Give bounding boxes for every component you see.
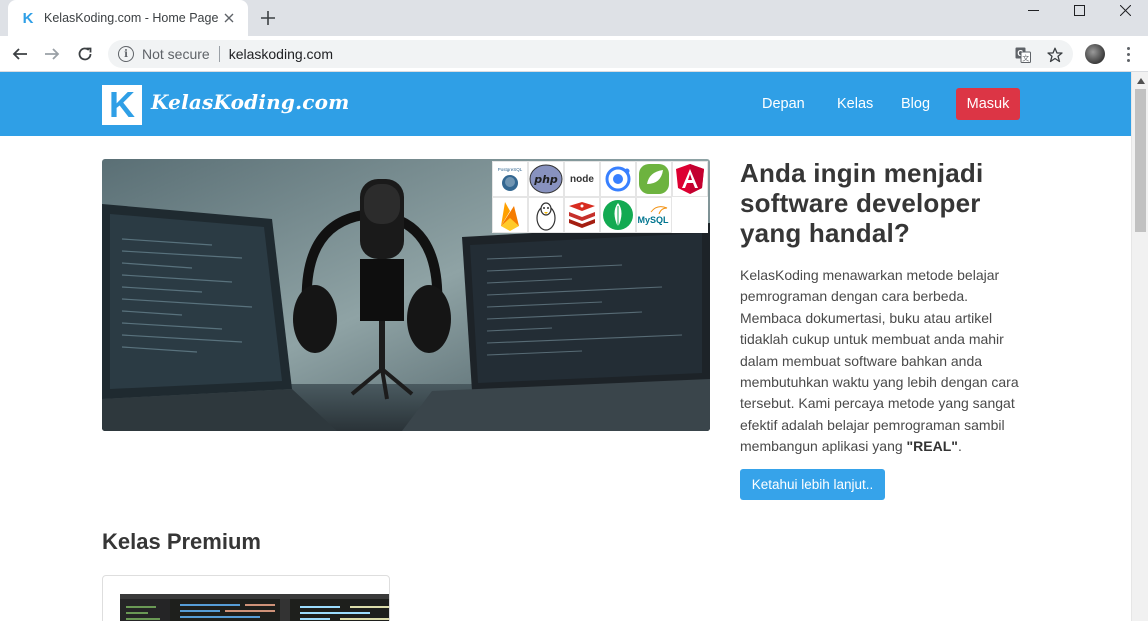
page-scrollbar[interactable] [1131,72,1148,621]
svg-text:文: 文 [1022,54,1029,63]
kelaskoding-favicon-icon: K [20,9,36,27]
hero-description: KelasKoding menawarkan metode belajar pe… [740,265,1030,458]
security-label: Not secure [142,46,210,62]
premium-class-card[interactable] [102,575,390,621]
php-icon: php [528,161,564,197]
site-navbar: K KelasKoding.com Depan Kelas Blog Masuk [0,72,1131,136]
node-label: node [570,174,594,185]
browser-tab[interactable]: K KelasKoding.com - Home Page [8,0,248,36]
nav-link-depan[interactable]: Depan [762,96,805,112]
tab-strip: K KelasKoding.com - Home Page [0,0,1148,36]
empty-logo-cell [672,197,708,233]
info-icon[interactable]: i [118,46,134,62]
browser-toolbar: i Not secure kelaskoding.com G文 [0,36,1148,72]
page-viewport: K KelasKoding.com Depan Kelas Blog Masuk [0,72,1131,621]
maximize-icon[interactable] [1056,0,1102,20]
scroll-up-icon[interactable] [1132,72,1148,89]
minimize-icon[interactable] [1010,0,1056,20]
linux-tux-icon [528,197,564,233]
url-text[interactable]: kelaskoding.com [229,46,333,62]
nav-link-kelas[interactable]: Kelas [837,96,873,112]
nodejs-icon: node [564,161,600,197]
spring-icon [636,161,672,197]
menu-icon[interactable] [1118,44,1138,64]
postgresql-label: PostgreSQL [498,167,523,172]
brand-logo-icon[interactable]: K [102,85,142,125]
login-button[interactable]: Masuk [956,88,1020,120]
scrollbar-thumb[interactable] [1135,89,1146,232]
php-label: php [533,173,558,186]
hero-image: PostgreSQL php node MySQL [102,159,710,431]
brand-logo-letter: K [109,84,135,125]
tab-title: KelasKoding.com - Home Page [44,11,219,25]
star-icon[interactable] [1046,46,1064,64]
mongodb-icon [600,197,636,233]
premium-heading: Kelas Premium [102,529,261,554]
premium-class-thumbnail [120,594,389,621]
redis-icon [564,197,600,233]
nav-link-blog[interactable]: Blog [901,96,930,112]
close-icon[interactable] [220,9,238,27]
ionic-icon [600,161,636,197]
favicon-letter: K [22,9,34,27]
mysql-label: MySQL [637,215,669,225]
tech-logos-grid: PostgreSQL php node MySQL [492,161,708,233]
reload-icon[interactable] [71,40,99,68]
back-icon[interactable] [6,40,34,68]
hero-description-text: KelasKoding menawarkan metode belajar pe… [740,267,1019,455]
hero-description-end: . [957,438,962,455]
translate-icon[interactable]: G文 [1014,46,1032,64]
address-bar[interactable]: i Not secure kelaskoding.com G文 [108,40,1073,68]
brand-name[interactable]: KelasKoding.com [151,90,350,114]
forward-icon[interactable] [38,40,66,68]
firebase-icon [492,197,528,233]
address-divider [218,46,220,62]
hero-description-emphasis: "REAL" [906,438,958,455]
postgresql-icon: PostgreSQL [492,161,528,197]
learn-more-button[interactable]: Ketahui lebih lanjut.. [740,469,885,500]
new-tab-icon[interactable] [258,8,278,28]
hero-heading: Anda ingin menjadi software developer ya… [740,158,984,248]
window-close-icon[interactable] [1102,0,1148,20]
mysql-icon: MySQL [636,197,672,233]
angular-icon [672,161,708,197]
profile-avatar[interactable] [1085,44,1105,64]
